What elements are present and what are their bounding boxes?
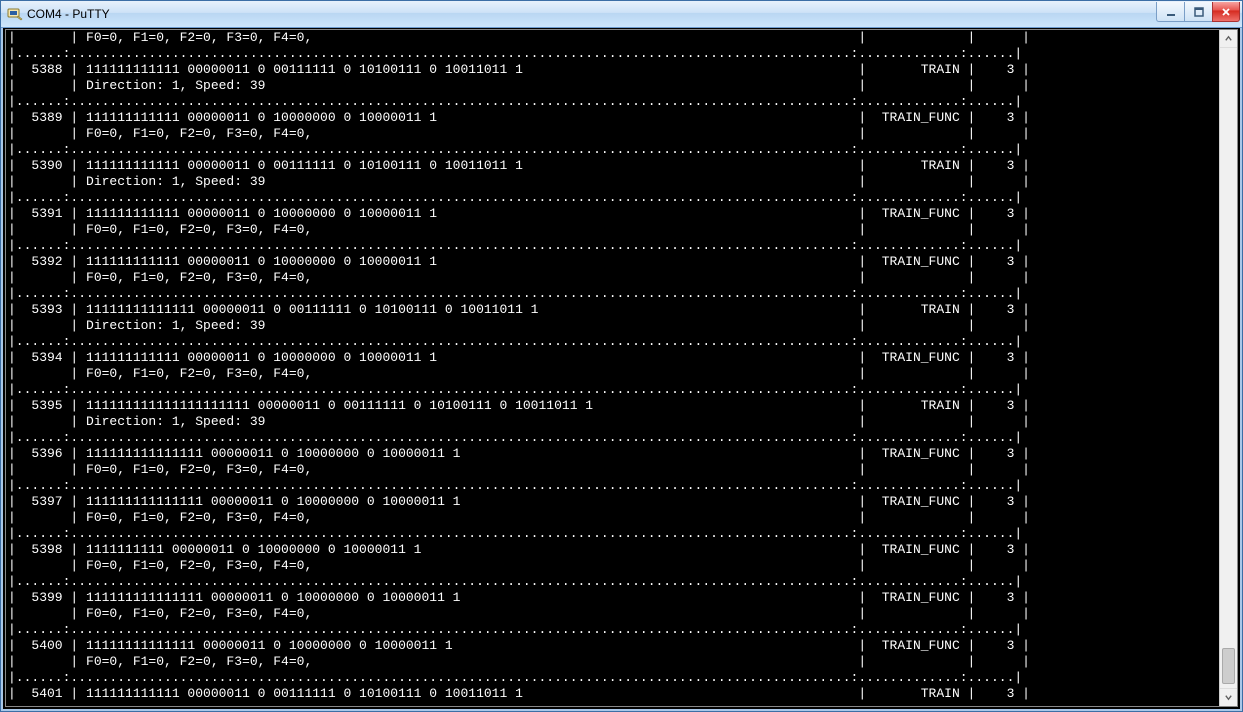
- continuation-row: | | F0=0, F1=0, F2=0, F3=0, F4=0, | | |: [8, 558, 1218, 574]
- continuation-row: | | Direction: 1, Speed: 39 | | |: [8, 414, 1218, 430]
- separator-row: |......:................................…: [8, 574, 1218, 590]
- minimize-icon: [1166, 7, 1176, 17]
- entry-row: | 5395 | 111111111111111111111 00000011 …: [8, 398, 1218, 414]
- separator-row: |......:................................…: [8, 238, 1218, 254]
- continuation-row: | | F0=0, F1=0, F2=0, F3=0, F4=0, | | |: [8, 654, 1218, 670]
- separator-row: |......:................................…: [8, 670, 1218, 686]
- entry-row: | 5401 | 111111111111 00000011 0 0011111…: [8, 686, 1218, 702]
- continuation-row: | | F0=0, F1=0, F2=0, F3=0, F4=0, | | |: [8, 270, 1218, 286]
- close-icon: [1221, 7, 1231, 17]
- separator-row: |......:................................…: [8, 526, 1218, 542]
- terminal-area: | | F0=0, F1=0, F2=0, F3=0, F4=0, | | ||…: [5, 29, 1238, 707]
- titlebar[interactable]: COM4 - PuTTY: [1, 1, 1242, 28]
- continuation-row: | | F0=0, F1=0, F2=0, F3=0, F4=0, | | |: [8, 510, 1218, 526]
- scroll-thumb[interactable]: [1222, 648, 1235, 684]
- continuation-row: | | F0=0, F1=0, F2=0, F3=0, F4=0, | | |: [8, 462, 1218, 478]
- continuation-row: | | F0=0, F1=0, F2=0, F3=0, F4=0, | | |: [8, 366, 1218, 382]
- separator-row: |......:................................…: [8, 430, 1218, 446]
- entry-row: | 5397 | 111111111111111 00000011 0 1000…: [8, 494, 1218, 510]
- continuation-row: | | F0=0, F1=0, F2=0, F3=0, F4=0, | | |: [8, 222, 1218, 238]
- entry-row: | 5396 | 111111111111111 00000011 0 1000…: [8, 446, 1218, 462]
- separator-row: |......:................................…: [8, 94, 1218, 110]
- separator-row: |......:................................…: [8, 334, 1218, 350]
- separator-row: |......:................................…: [8, 286, 1218, 302]
- close-button[interactable]: [1212, 2, 1240, 22]
- chevron-down-icon: [1224, 693, 1233, 702]
- entry-row: | 5398 | 1111111111 00000011 0 10000000 …: [8, 542, 1218, 558]
- minimize-button[interactable]: [1156, 2, 1184, 22]
- scroll-down-button[interactable]: [1220, 688, 1237, 706]
- continuation-row: | | Direction: 1, Speed: 39 | | |: [8, 78, 1218, 94]
- window-buttons: [1156, 2, 1240, 22]
- entry-row: | 5400 | 11111111111111 00000011 0 10000…: [8, 638, 1218, 654]
- window-frame: COM4 - PuTTY | | F0=0, F1=0, F2=0, F3=0,…: [0, 0, 1243, 712]
- chevron-up-icon: [1224, 34, 1233, 43]
- scroll-up-button[interactable]: [1220, 30, 1237, 48]
- separator-row: |......:................................…: [8, 190, 1218, 206]
- entry-row: | 5394 | 111111111111 00000011 0 1000000…: [8, 350, 1218, 366]
- maximize-button[interactable]: [1184, 2, 1212, 22]
- entry-row: | 5388 | 111111111111 00000011 0 0011111…: [8, 62, 1218, 78]
- entry-row: | 5390 | 111111111111 00000011 0 0011111…: [8, 158, 1218, 174]
- scrollbar[interactable]: [1219, 30, 1237, 706]
- continuation-row: | | Direction: 1, Speed: 39 | | |: [8, 318, 1218, 334]
- separator-row: |......:................................…: [8, 46, 1218, 62]
- entry-row: | 5392 | 111111111111 00000011 0 1000000…: [8, 254, 1218, 270]
- entry-row: | 5391 | 111111111111 00000011 0 1000000…: [8, 206, 1218, 222]
- separator-row: |......:................................…: [8, 478, 1218, 494]
- continuation-row: | | Direction: 1, Speed: 39 | | |: [8, 174, 1218, 190]
- window-title: COM4 - PuTTY: [27, 1, 1156, 27]
- separator-row: |......:................................…: [8, 142, 1218, 158]
- separator-row: |......:................................…: [8, 622, 1218, 638]
- continuation-row: | | F0=0, F1=0, F2=0, F3=0, F4=0, | | |: [8, 30, 1218, 46]
- entry-row: | 5399 | 111111111111111 00000011 0 1000…: [8, 590, 1218, 606]
- separator-row: |......:................................…: [8, 382, 1218, 398]
- entry-row: | 5393 | 11111111111111 00000011 0 00111…: [8, 302, 1218, 318]
- continuation-row: | | F0=0, F1=0, F2=0, F3=0, F4=0, | | |: [8, 606, 1218, 622]
- continuation-row: | | F0=0, F1=0, F2=0, F3=0, F4=0, | | |: [8, 126, 1218, 142]
- maximize-icon: [1194, 7, 1204, 17]
- entry-row: | 5389 | 111111111111 00000011 0 1000000…: [8, 110, 1218, 126]
- putty-icon: [7, 6, 23, 22]
- terminal-output[interactable]: | | F0=0, F1=0, F2=0, F3=0, F4=0, | | ||…: [6, 30, 1220, 706]
